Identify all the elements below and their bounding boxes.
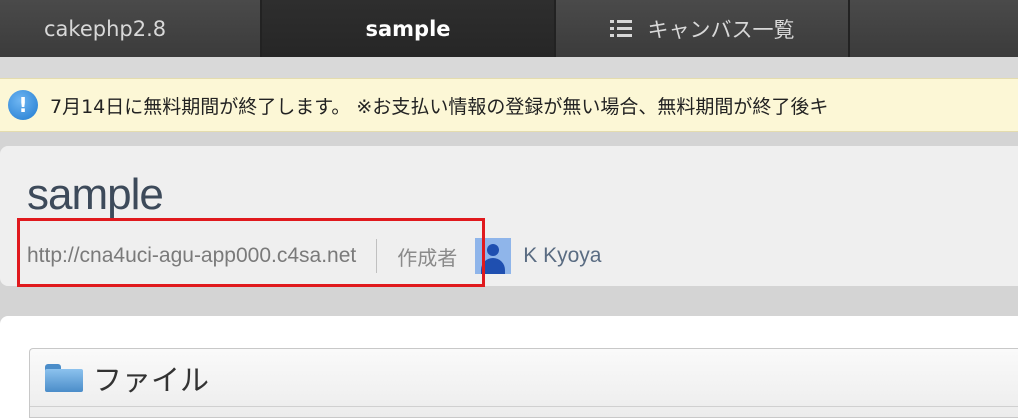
url-highlight-box	[17, 218, 485, 287]
info-icon: !	[8, 90, 38, 120]
tab-project-label: cakephp2.8	[44, 16, 167, 41]
tab-canvas-list-label: キャンバス一覧	[647, 17, 795, 42]
top-tab-bar: cakephp2.8 sample キャンバス一覧	[0, 0, 1018, 57]
tab-current-app-label: sample	[365, 16, 451, 41]
tab-empty	[850, 0, 1018, 57]
list-icon	[609, 19, 632, 39]
page-title: sample	[27, 170, 164, 219]
files-section-header[interactable]: ファイル	[30, 349, 1018, 407]
folder-icon	[45, 363, 83, 392]
notice-text: 7月14日に無料期間が終了します。 ※お支払い情報の登録が無い場合、無料期間が終…	[50, 95, 829, 118]
spacer	[0, 57, 1018, 78]
trial-notice-banner: ! 7月14日に無料期間が終了します。 ※お支払い情報の登録が無い場合、無料期間…	[0, 78, 1018, 132]
tab-current-app[interactable]: sample	[262, 0, 556, 57]
files-section-title: ファイル	[93, 362, 210, 397]
tab-project[interactable]: cakephp2.8	[0, 0, 262, 57]
files-section: ファイル	[29, 348, 1018, 418]
author-name: K Kyoya	[523, 244, 602, 267]
tab-canvas-list[interactable]: キャンバス一覧	[556, 0, 850, 57]
